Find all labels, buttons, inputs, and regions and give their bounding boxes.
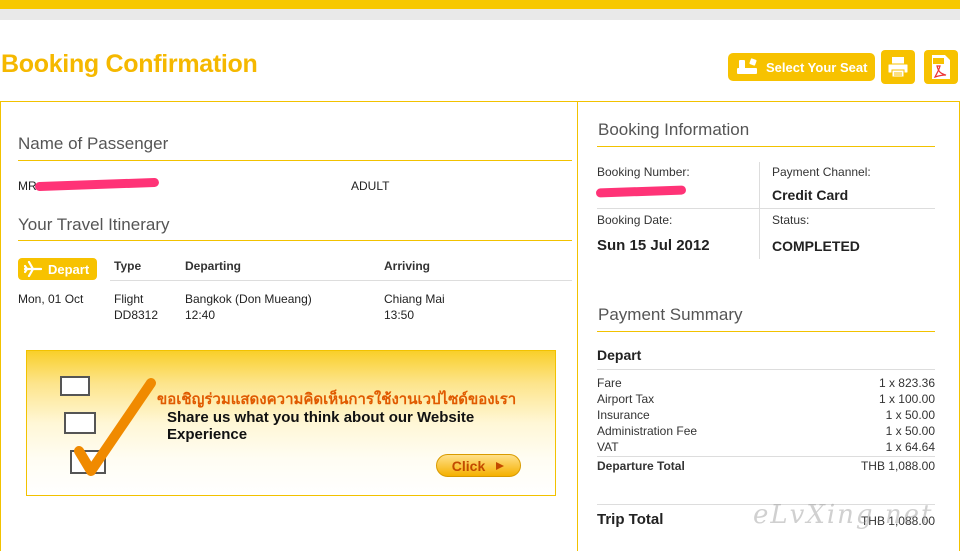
payment-grey-rule	[597, 369, 935, 370]
flight-number: DD8312	[114, 308, 159, 322]
booking-info-mid-rule	[597, 208, 935, 209]
col-type: Type	[114, 259, 142, 273]
airplane-icon	[24, 261, 42, 277]
passenger-type: ADULT	[351, 179, 390, 193]
fee-name: Fare	[597, 376, 622, 390]
arrival-place: Chiang Mai	[384, 292, 445, 306]
booking-number-label: Booking Number:	[597, 165, 690, 179]
select-seat-button[interactable]: Select Your Seat	[728, 53, 875, 81]
seat-icon	[737, 58, 757, 74]
play-arrow-icon	[496, 461, 505, 470]
fee-amount: 1 x 50.00	[885, 424, 935, 438]
top-accent-bar	[0, 0, 960, 9]
departure-total-label: Departure Total	[597, 459, 685, 473]
fee-name: Airport Tax	[597, 392, 655, 406]
arrival-time: 13:50	[384, 308, 415, 322]
booking-date-value: Sun 15 Jul 2012	[597, 237, 710, 254]
booking-info-heading: Booking Information	[598, 120, 750, 139]
pdf-button[interactable]	[924, 50, 958, 84]
top-grey-bar	[0, 9, 960, 20]
checklist-icon	[60, 376, 156, 476]
fee-amount: 1 x 64.64	[885, 440, 935, 454]
pdf-icon	[932, 55, 950, 79]
booking-info-vrule	[759, 162, 760, 259]
fee-name: VAT	[597, 440, 619, 454]
fee-amount: 1 x 100.00	[878, 392, 935, 406]
payment-section-depart: Depart	[597, 347, 642, 363]
itinerary-rule	[18, 240, 572, 241]
payment-heading: Payment Summary	[598, 305, 743, 324]
payment-channel-label: Payment Channel:	[772, 165, 871, 179]
depart-badge: Depart	[18, 258, 97, 280]
depart-badge-label: Depart	[48, 261, 90, 277]
departure-place: Bangkok (Don Mueang)	[185, 292, 312, 306]
click-label: Click	[451, 457, 486, 474]
passenger-prefix: MR	[18, 179, 37, 193]
status-value: COMPLETED	[772, 238, 860, 254]
col-departing: Departing	[185, 259, 242, 273]
print-button[interactable]	[881, 50, 915, 84]
fee-amount: 1 x 823.36	[878, 376, 935, 390]
payment-rule	[597, 331, 935, 332]
banner-thai-text: ขอเชิญร่วมแสดงความคิดเห็นการใช้งานเวปไซด…	[157, 391, 517, 408]
departure-total-rule	[597, 456, 935, 457]
itinerary-grey-rule	[110, 280, 572, 281]
fee-name: Administration Fee	[597, 424, 698, 438]
select-seat-label: Select Your Seat	[766, 59, 868, 75]
status-label: Status:	[772, 213, 810, 227]
departure-time: 12:40	[185, 308, 216, 322]
column-divider	[577, 101, 578, 551]
booking-date-label: Booking Date:	[597, 213, 673, 227]
trip-total-label: Trip Total	[597, 511, 664, 528]
passenger-heading: Name of Passenger	[18, 134, 169, 153]
feedback-banner[interactable]: ขอเชิญร่วมแสดงความคิดเห็นการใช้งานเวปไซด…	[26, 350, 556, 496]
fee-name: Insurance	[597, 408, 650, 422]
itinerary-heading: Your Travel Itinerary	[18, 215, 170, 234]
payment-channel-value: Credit Card	[772, 187, 849, 203]
printer-icon	[887, 57, 909, 78]
banner-english-text: Share us what you think about our Websit…	[167, 409, 475, 443]
itinerary-date: Mon, 01 Oct	[18, 292, 84, 306]
booking-info-rule	[597, 146, 935, 147]
itinerary-type: Flight	[114, 292, 144, 306]
fee-amount: 1 x 50.00	[885, 408, 935, 422]
passenger-rule	[18, 160, 572, 161]
banner-click-button[interactable]: Click	[436, 454, 521, 477]
page-title: Booking Confirmation	[1, 50, 258, 78]
col-arriving: Arriving	[384, 259, 431, 273]
departure-total-value: THB 1,088.00	[860, 459, 935, 473]
watermark: eLvXing.net	[753, 500, 934, 530]
